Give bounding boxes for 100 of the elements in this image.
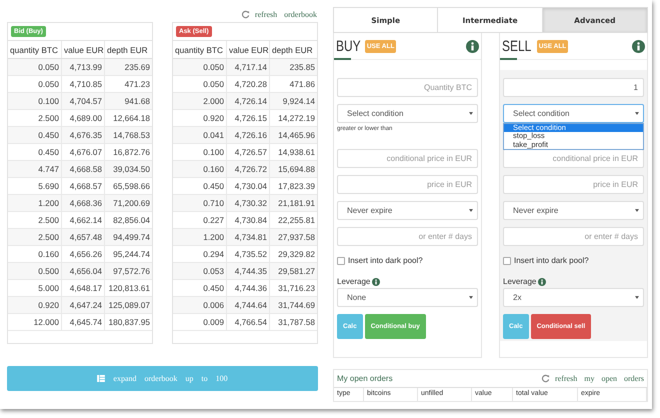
form-title: BUY bbox=[336, 38, 361, 54]
table-cell: 4,676.35 bbox=[62, 127, 105, 143]
table-cell: 4,726.14 bbox=[227, 93, 270, 109]
checkbox[interactable] bbox=[337, 256, 345, 264]
table-cell: 0.710 bbox=[173, 195, 227, 211]
caret-icon bbox=[469, 209, 473, 212]
table-cell: 0.050 bbox=[173, 59, 227, 75]
table-cell: 2.000 bbox=[173, 93, 227, 109]
table-cell-text: 22,255.81 bbox=[277, 214, 316, 227]
table-cell: 4,726.72 bbox=[227, 161, 270, 177]
table-cell: 4,766.54 bbox=[227, 314, 270, 330]
table-cell-text: 12,664.18 bbox=[112, 112, 151, 125]
table-cell-text: 235.85 bbox=[288, 61, 316, 74]
table-cell-text: 14,938.61 bbox=[277, 146, 316, 159]
table-cell-text: 82,856.04 bbox=[112, 214, 151, 227]
text-field[interactable]: Quantity BTC bbox=[337, 78, 478, 97]
column-header: value EUR bbox=[62, 41, 105, 58]
caret-icon bbox=[469, 296, 473, 299]
table-cell: 4,734.81 bbox=[227, 229, 270, 245]
table-cell: 4,726.16 bbox=[227, 127, 270, 143]
table-cell-text: 17,823.39 bbox=[277, 180, 316, 193]
table-cell-text: 15,694.88 bbox=[277, 163, 316, 176]
table-cell: 4,726.15 bbox=[227, 110, 270, 126]
table-cell-text: 471.86 bbox=[288, 78, 316, 91]
table-cell: 4,647.24 bbox=[62, 297, 105, 313]
table-cell-text: 31,744.69 bbox=[277, 299, 316, 312]
table-cell-text: 180,837.95 bbox=[107, 316, 151, 329]
text-field[interactable]: conditional price in EUR bbox=[337, 149, 478, 168]
table-cell: 4,730.32 bbox=[227, 195, 270, 211]
info-icon[interactable] bbox=[538, 278, 546, 286]
table-cell-text: 14,768.53 bbox=[112, 129, 151, 142]
table-cell-text: 16,872.76 bbox=[112, 146, 151, 159]
table-cell-text: 9,924.14 bbox=[282, 95, 316, 108]
table-cell: 4,730.84 bbox=[227, 212, 270, 228]
column-header: quantity BTC bbox=[173, 41, 227, 58]
table-cell-text: 29,329.82 bbox=[277, 248, 316, 261]
leverage-select[interactable]: 2x bbox=[503, 288, 644, 307]
leverage-label: Leverage bbox=[503, 277, 536, 286]
caret-icon bbox=[635, 209, 639, 212]
column-header: quantity BTC bbox=[8, 41, 62, 58]
table-cell: 4,744.36 bbox=[227, 280, 270, 296]
table-cell: 4,676.07 bbox=[62, 144, 105, 160]
select-field[interactable]: Select condition bbox=[337, 104, 478, 123]
table-cell-text: 39,034.50 bbox=[112, 163, 151, 176]
refresh-icon bbox=[541, 374, 550, 383]
select-field[interactable]: Never expire bbox=[337, 201, 478, 220]
table-cell: 4,744.35 bbox=[227, 263, 270, 279]
table-cell: 4,744.64 bbox=[227, 297, 270, 313]
column-header: depth EUR bbox=[271, 44, 314, 57]
text-field[interactable]: or enter # days bbox=[503, 227, 644, 246]
table-cell: 0.050 bbox=[8, 76, 62, 92]
table-cell: 4,710.85 bbox=[62, 76, 105, 92]
table-cell: 0.041 bbox=[173, 127, 227, 143]
table-cell-text: 94,499.74 bbox=[112, 231, 151, 244]
table-cell: 4,656.04 bbox=[62, 263, 105, 279]
text-field[interactable]: price in EUR bbox=[337, 175, 478, 194]
select-field[interactable]: Never expire bbox=[503, 201, 644, 220]
table-cell: 4,645.74 bbox=[62, 314, 105, 330]
table-cell-text: 31,787.58 bbox=[277, 316, 316, 329]
caret-icon bbox=[635, 112, 639, 115]
caret-icon bbox=[469, 112, 473, 115]
text-field[interactable]: 1 bbox=[503, 78, 644, 97]
info-icon[interactable] bbox=[632, 40, 645, 52]
table-cell-text: 14,272.19 bbox=[277, 112, 316, 125]
table-cell-text: 65,598.66 bbox=[112, 180, 151, 193]
info-icon[interactable] bbox=[372, 278, 380, 286]
refresh-icon bbox=[240, 10, 250, 18]
leverage-select[interactable]: None bbox=[337, 288, 478, 307]
table-cell-text: 71,200.69 bbox=[112, 197, 151, 210]
table-cell-text: 29,581.27 bbox=[277, 265, 316, 278]
table-cell: 0.500 bbox=[8, 263, 62, 279]
table-cell: 0.009 bbox=[173, 314, 227, 330]
table-cell: 4,713.99 bbox=[62, 59, 105, 75]
info-icon[interactable] bbox=[466, 40, 479, 52]
table-cell-text: 120,813.61 bbox=[107, 282, 151, 295]
table-cell: 5.690 bbox=[8, 178, 62, 194]
table-cell-text: 471.23 bbox=[124, 78, 151, 91]
table-cell: 0.053 bbox=[173, 263, 227, 279]
table-cell: 2.500 bbox=[8, 212, 62, 228]
table-cell: 0.294 bbox=[173, 246, 227, 262]
table-cell: 0.100 bbox=[8, 93, 62, 109]
text-field[interactable]: price in EUR bbox=[503, 175, 644, 194]
table-cell: 4,668.36 bbox=[62, 195, 105, 211]
text-field[interactable]: conditional price in EUR bbox=[503, 149, 644, 168]
table-cell: 4,726.57 bbox=[227, 144, 270, 160]
table-cell: 1.200 bbox=[173, 229, 227, 245]
checkbox-label: Insert into dark pool? bbox=[514, 256, 589, 265]
table-cell: 0.450 bbox=[8, 144, 62, 160]
table-cell: 4,717.14 bbox=[227, 59, 270, 75]
table-cell: 0.160 bbox=[8, 246, 62, 262]
select-field[interactable]: Select condition bbox=[503, 104, 644, 123]
table-cell: 0.006 bbox=[173, 297, 227, 313]
checkbox-label: Insert into dark pool? bbox=[348, 256, 423, 265]
text-field[interactable]: or enter # days bbox=[337, 227, 478, 246]
table-cell: 5.000 bbox=[8, 280, 62, 296]
refresh-orders-link[interactable]: refresh my open orders bbox=[555, 374, 644, 383]
table-cell: 4,704.57 bbox=[62, 93, 105, 109]
table-cell: 4,657.48 bbox=[62, 229, 105, 245]
checkbox[interactable] bbox=[503, 256, 511, 264]
refresh-orderbook-link[interactable]: refresh orderbook bbox=[254, 10, 317, 18]
